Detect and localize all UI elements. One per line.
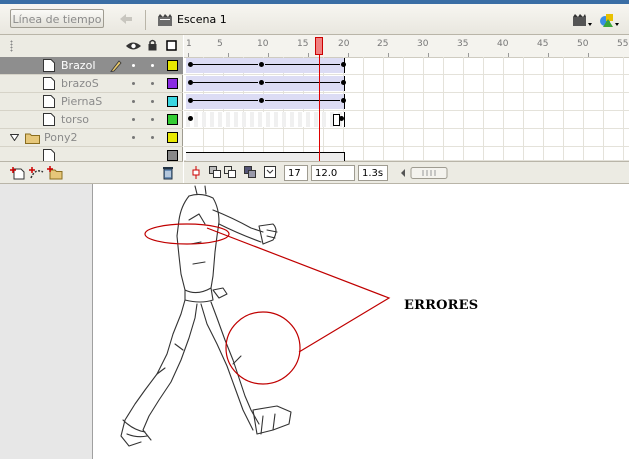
elapsed-time-field: 1.3s: [358, 165, 388, 181]
outline-color-swatch[interactable]: [167, 60, 178, 71]
static-frames-span[interactable]: [186, 112, 345, 127]
eye-icon[interactable]: [126, 41, 141, 51]
layer-folder-pony2[interactable]: Pony2: [0, 129, 183, 147]
ruler-number: 45: [537, 39, 549, 49]
edit-multiple-frames-icon[interactable]: [244, 166, 256, 179]
layer-name: PiernaS: [61, 95, 103, 108]
layer-row-brazoi[interactable]: BrazoI: [0, 57, 183, 75]
ruler-number: 35: [457, 39, 469, 49]
layer-row-piernas[interactable]: PiernaS: [0, 93, 183, 111]
lock-dot[interactable]: [151, 118, 154, 121]
frame-rate-field[interactable]: 12.0 fps: [311, 165, 355, 181]
current-frame-field: 17: [284, 165, 308, 181]
layer-row-torso[interactable]: torso: [0, 111, 183, 129]
timeline-panel: BrazoI brazoS PiernaS torso Pony2 1 5 10…: [0, 35, 629, 184]
outline-icon[interactable]: [166, 40, 177, 51]
edit-symbols-icon[interactable]: [598, 11, 620, 29]
error-circle-arm: [144, 223, 230, 245]
layer-row-brazos[interactable]: brazoS: [0, 75, 183, 93]
horizontal-scrollbar[interactable]: [399, 166, 629, 180]
ruler-number: 25: [377, 39, 389, 49]
error-circle-leg: [225, 311, 301, 385]
center-frame-icon[interactable]: [190, 166, 202, 179]
modify-onion-markers-icon[interactable]: [264, 166, 276, 179]
motion-tween-span[interactable]: [186, 58, 345, 73]
layer-name: torso: [61, 113, 90, 126]
frame-track-torso[interactable]: [184, 111, 629, 129]
playhead[interactable]: [315, 37, 323, 55]
layers-header: [0, 35, 183, 58]
stage-area: ERRORES: [0, 183, 629, 459]
onion-skin-icon[interactable]: [209, 166, 221, 179]
folder-name: Pony2: [44, 131, 78, 144]
layer-name: BrazoI: [61, 59, 96, 72]
visibility-dot[interactable]: [132, 136, 135, 139]
lock-dot[interactable]: [151, 64, 154, 67]
lock-dot[interactable]: [151, 100, 154, 103]
outline-color-swatch[interactable]: [167, 96, 178, 107]
grip-handle[interactable]: [10, 40, 13, 52]
motion-tween-span[interactable]: [186, 76, 345, 91]
visibility-dot[interactable]: [132, 118, 135, 121]
ruler-number: 20: [338, 39, 350, 49]
add-layer-icon[interactable]: [10, 166, 26, 180]
toolbar-separator: [145, 10, 146, 30]
outline-color-swatch[interactable]: [167, 132, 178, 143]
outline-color-swatch[interactable]: [167, 78, 178, 89]
scene-icon: [158, 14, 172, 26]
annotation-label: ERRORES: [404, 298, 479, 313]
ruler-number: 5: [217, 39, 223, 49]
stage[interactable]: ERRORES: [92, 184, 629, 459]
timeline-toolbar: Línea de tiempo Escena 1: [0, 4, 629, 35]
ruler-number: 40: [497, 39, 509, 49]
frame-track-brazoi[interactable]: [184, 57, 629, 75]
scene-label[interactable]: Escena 1: [177, 13, 227, 26]
frame-track-piernas[interactable]: [184, 93, 629, 111]
lock-dot[interactable]: [151, 82, 154, 85]
motion-tween-span[interactable]: [186, 94, 345, 109]
layers-footer: [0, 161, 183, 184]
layer-icon: [43, 77, 55, 90]
frame-ruler[interactable]: 1 5 10 15 20 25 30 35 40 45 50 55: [184, 35, 629, 58]
frame-track-pony2[interactable]: [184, 129, 629, 147]
frame-track-partial[interactable]: [184, 147, 629, 162]
layer-icon: [43, 149, 55, 161]
folder-icon: [25, 133, 40, 144]
frames-pane[interactable]: 1 5 10 15 20 25 30 35 40 45 50 55 17 12.…: [184, 35, 629, 183]
ruler-number: 10: [257, 39, 269, 49]
back-arrow-icon[interactable]: [118, 12, 134, 26]
visibility-dot[interactable]: [132, 82, 135, 85]
onion-skin-outlines-icon[interactable]: [224, 166, 236, 179]
pencil-icon: [110, 60, 122, 72]
trash-icon[interactable]: [160, 166, 176, 180]
ruler-number: 50: [577, 39, 589, 49]
ruler-number: 1: [186, 39, 192, 49]
ruler-number: 55: [617, 39, 629, 49]
layer-icon: [43, 113, 55, 126]
add-guide-icon[interactable]: [29, 166, 45, 180]
outline-color-swatch[interactable]: [167, 114, 178, 125]
edit-scene-icon[interactable]: [571, 11, 593, 29]
layer-icon: [43, 59, 55, 72]
outline-color-swatch[interactable]: [167, 150, 178, 161]
timeline-status-bar: 17 12.0 fps 1.3s: [184, 161, 629, 183]
expand-triangle-icon[interactable]: [10, 134, 19, 141]
ruler-number: 30: [417, 39, 429, 49]
layer-row-partial[interactable]: [0, 147, 183, 161]
ruler-number: 15: [297, 39, 309, 49]
layers-pane: BrazoI brazoS PiernaS torso Pony2: [0, 35, 183, 184]
timeline-button[interactable]: Línea de tiempo: [10, 9, 104, 28]
layer-name: brazoS: [61, 77, 99, 90]
lock-dot[interactable]: [151, 136, 154, 139]
add-folder-icon[interactable]: [47, 166, 63, 180]
lock-icon[interactable]: [148, 39, 157, 51]
annotation-pointer-lines: [206, 227, 391, 353]
walking-figure-sketch: [120, 185, 391, 447]
visibility-dot[interactable]: [132, 100, 135, 103]
visibility-dot[interactable]: [132, 64, 135, 67]
layer-icon: [43, 95, 55, 108]
frame-track-brazos[interactable]: [184, 75, 629, 93]
